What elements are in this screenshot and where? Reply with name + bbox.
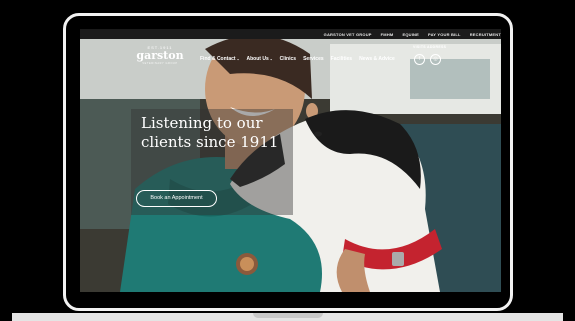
chevron-down-icon: ⌄ — [236, 57, 240, 61]
browser-viewport: GARSTON VET GROUP FMHM EQUINE PAY YOUR B… — [80, 29, 501, 292]
facebook-icon[interactable]: f — [414, 54, 425, 65]
utility-nav-bar: GARSTON VET GROUP FMHM EQUINE PAY YOUR B… — [80, 29, 501, 39]
nav-item-services[interactable]: Services — [303, 56, 324, 62]
logo-subtitle: VETERINARY GROUP — [142, 62, 178, 65]
nav-item-clinics[interactable]: Clinics — [280, 56, 296, 62]
nav-item-facilities[interactable]: Facilities — [331, 56, 352, 62]
laptop-hinge-notch — [253, 313, 323, 318]
nav-label: About Us — [246, 56, 269, 62]
chevron-down-icon: ⌄ — [269, 57, 273, 61]
instagram-icon[interactable]: ◎ — [430, 54, 441, 65]
utility-link-recruitment[interactable]: RECRUITMENT — [470, 32, 501, 37]
utility-link-fmhm[interactable]: FMHM — [381, 32, 394, 37]
book-appointment-button[interactable]: Book an Appointment — [136, 190, 217, 207]
nav-item-about-us[interactable]: About Us⌄ — [247, 56, 273, 62]
hero-headline: Listening to our clients since 1911 — [141, 114, 279, 151]
utility-link-equine[interactable]: EQUINE — [402, 32, 419, 37]
utility-link-pay-bill[interactable]: PAY YOUR BILL — [428, 32, 461, 37]
nav-item-news-advice[interactable]: News & Advice — [359, 56, 395, 62]
nav-label: Find & Contact — [200, 56, 236, 62]
logo-name: garston — [136, 49, 184, 62]
main-nav: Find & Contact⌄ About Us⌄ Clinics Servic… — [200, 56, 395, 62]
visits-label: VISITS ADDRESS — [413, 45, 447, 49]
utility-link-group[interactable]: GARSTON VET GROUP — [324, 32, 372, 37]
nav-item-find-contact[interactable]: Find & Contact⌄ — [200, 56, 240, 62]
site-logo[interactable]: EST.1911 garston VETERINARY GROUP — [135, 45, 185, 65]
